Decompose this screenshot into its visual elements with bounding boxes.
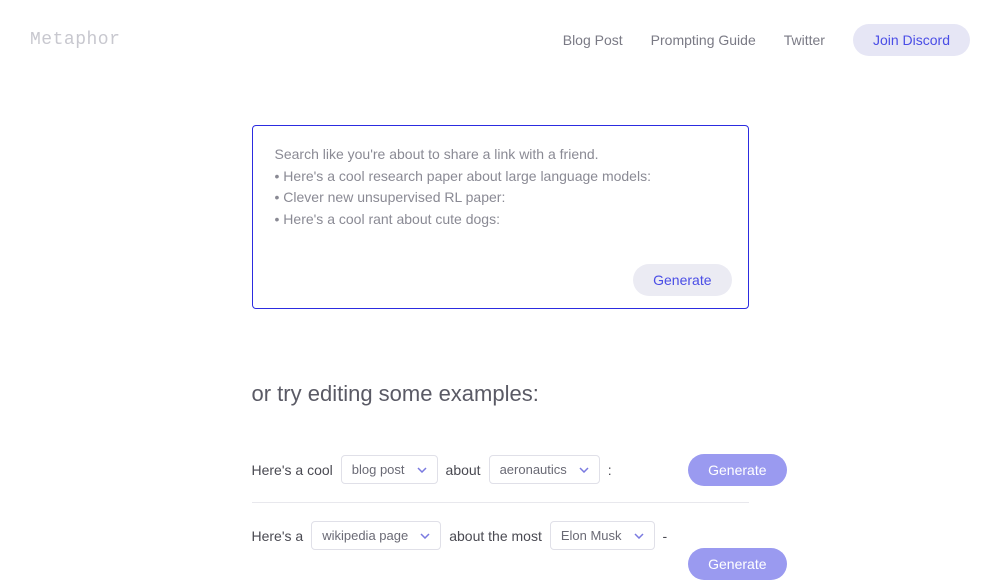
chevron-down-icon — [579, 465, 589, 475]
search-example-bullet: • Here's a cool research paper about lar… — [275, 166, 726, 188]
example-dropdown-type[interactable]: wikipedia page — [311, 521, 441, 550]
example-text-prefix: Here's a cool — [252, 462, 333, 478]
dropdown-value: wikipedia page — [322, 528, 408, 543]
search-box[interactable]: Search like you're about to share a link… — [252, 125, 749, 309]
example-row: Here's a cool blog post about aeronautic… — [252, 437, 749, 502]
example-text-middle: about — [446, 462, 481, 478]
search-example-bullet: • Here's a cool rant about cute dogs: — [275, 209, 726, 231]
example-text-prefix: Here's a — [252, 528, 304, 544]
examples-section: or try editing some examples: Here's a c… — [252, 381, 749, 568]
generate-example-button[interactable]: Generate — [688, 548, 786, 580]
join-discord-button[interactable]: Join Discord — [853, 24, 970, 56]
example-text-suffix: : — [608, 462, 612, 478]
chevron-down-icon — [417, 465, 427, 475]
dropdown-value: blog post — [352, 462, 405, 477]
example-dropdown-type[interactable]: blog post — [341, 455, 438, 484]
examples-title: or try editing some examples: — [252, 381, 749, 407]
example-row: Here's a wikipedia page about the most E… — [252, 503, 749, 568]
dropdown-value: Elon Musk — [561, 528, 622, 543]
nav-twitter[interactable]: Twitter — [784, 32, 825, 48]
example-dropdown-topic[interactable]: aeronautics — [489, 455, 600, 484]
search-intro-line: Search like you're about to share a link… — [275, 144, 726, 166]
chevron-down-icon — [634, 531, 644, 541]
search-placeholder-text: Search like you're about to share a link… — [275, 144, 726, 231]
nav-blog-post[interactable]: Blog Post — [563, 32, 623, 48]
chevron-down-icon — [420, 531, 430, 541]
nav-prompting-guide[interactable]: Prompting Guide — [651, 32, 756, 48]
generate-example-button[interactable]: Generate — [688, 454, 786, 486]
example-text-suffix: - — [663, 528, 668, 544]
header: Metaphor Blog Post Prompting Guide Twitt… — [0, 0, 1000, 80]
example-text-middle: about the most — [449, 528, 542, 544]
example-dropdown-topic[interactable]: Elon Musk — [550, 521, 655, 550]
logo[interactable]: Metaphor — [30, 30, 120, 50]
nav-links: Blog Post Prompting Guide Twitter Join D… — [563, 24, 970, 56]
generate-search-button[interactable]: Generate — [633, 264, 731, 296]
search-example-bullet: • Clever new unsupervised RL paper: — [275, 187, 726, 209]
dropdown-value: aeronautics — [500, 462, 567, 477]
main-content: Search like you're about to share a link… — [0, 80, 1000, 568]
